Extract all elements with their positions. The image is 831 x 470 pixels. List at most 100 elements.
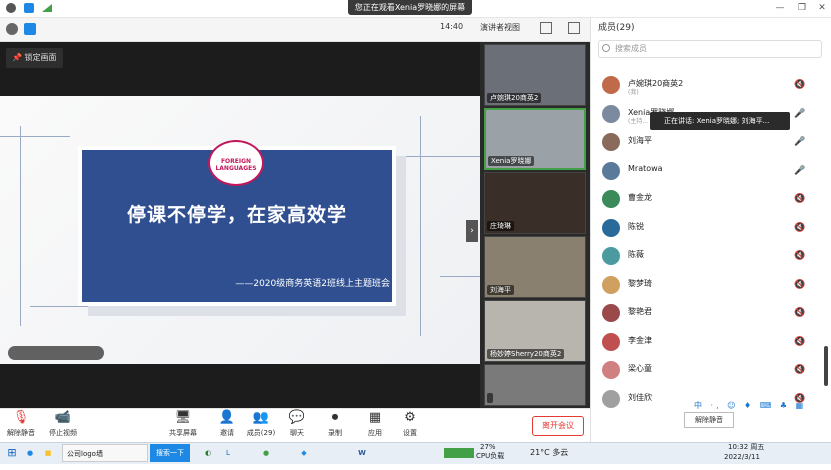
app-icon[interactable]: ◆ [296, 444, 312, 462]
video-tile[interactable]: 庄琦琳 [484, 172, 586, 234]
restore-icon[interactable]: ❐ [796, 2, 808, 14]
member-row[interactable]: 陈薇 🔇 [598, 245, 822, 267]
mic-muted-icon[interactable]: 🔇 [794, 279, 805, 291]
member-role: (我) [628, 89, 639, 96]
video-tile[interactable] [484, 364, 586, 406]
avatar [602, 218, 620, 237]
meeting-info-icon[interactable] [6, 23, 18, 35]
tile-name: Xenia罗晓娜 [488, 156, 535, 166]
video-tile-active[interactable]: Xenia罗晓娜 [484, 108, 586, 170]
mic-muted-icon[interactable]: 🔇 [794, 193, 805, 205]
chat-button[interactable]: 💬 聊天 [280, 410, 314, 438]
tile-name: 卢婉琪20商英2 [487, 93, 542, 103]
mic-muted-icon[interactable]: 🔇 [794, 79, 805, 91]
member-row[interactable]: Mratowa 🎤 [598, 160, 822, 182]
mic-muted-icon[interactable]: 🔇 [794, 307, 805, 319]
avatar [602, 332, 620, 351]
member-row[interactable]: 刘海平 🎤 [598, 131, 822, 153]
taskbar-window[interactable]: 公司logo墙 [62, 444, 148, 462]
slide-subtitle: ——2020级商务英语2班线上主题班会 [235, 279, 390, 289]
avatar [602, 133, 620, 151]
member-row[interactable]: 卢婉琪20商英2 (我) 🔇 [598, 74, 822, 96]
share-screen-icon: 🖥 [174, 410, 192, 425]
gear-icon: ⚙ [404, 410, 416, 425]
lock-screen-button[interactable]: 📌 锁定画面 [6, 48, 63, 68]
wechat-icon[interactable]: ● [258, 444, 274, 462]
member-row[interactable]: 黎梦琦 🔇 [598, 274, 822, 296]
avatar [602, 161, 620, 180]
member-row[interactable]: 陈锐 🔇 [598, 217, 822, 239]
speaking-indicator: 正在讲话: Xenia罗晓娜; 刘海平... [650, 112, 790, 130]
share-screen-button[interactable]: 🖥 共享屏幕 [166, 410, 200, 438]
members-button[interactable]: 👥 成员(29) [244, 410, 278, 438]
mic-muted-icon[interactable]: 🔇 [794, 364, 805, 376]
collapse-filmstrip-button[interactable]: › [466, 220, 478, 242]
windows-start-icon[interactable]: ⊞ [4, 444, 20, 462]
video-tile[interactable]: 卢婉琪20商英2 [484, 44, 586, 106]
member-name: 陈锐 [628, 221, 644, 231]
mic-icon[interactable]: 🎤 [794, 165, 805, 177]
signal-icon[interactable] [42, 4, 52, 12]
member-name: 黎梦琦 [628, 278, 652, 288]
video-tile[interactable]: 杨妙婷Sherry20商英2 [484, 300, 586, 362]
app-icon[interactable]: ● [22, 444, 38, 462]
grid-view-icon[interactable] [540, 22, 552, 34]
apps-icon: ▦ [368, 410, 382, 425]
invite-label: 邀请 [220, 429, 234, 437]
mic-icon[interactable]: 🎤 [794, 108, 805, 120]
member-row[interactable]: 黎艳君 🔇 [598, 302, 822, 324]
tile-name: 庄琦琳 [487, 221, 514, 231]
minimize-icon[interactable]: — [774, 2, 786, 14]
record-icon: ⏺ [331, 410, 339, 425]
meeting-timer: 14:40 [440, 22, 464, 31]
member-name: 陈薇 [628, 250, 644, 259]
unmute-all-button[interactable]: 解除静音 [684, 412, 734, 428]
mic-muted-icon: 🎙 [12, 410, 30, 425]
mic-icon[interactable]: 🎤 [794, 136, 805, 148]
word-icon[interactable]: W [354, 444, 370, 462]
settings-button[interactable]: ⚙ 设置 [393, 410, 427, 438]
member-role: (主持... [628, 117, 649, 125]
encryption-icon[interactable] [24, 23, 36, 35]
info-icon[interactable] [6, 3, 16, 13]
chat-icon: 💬 [288, 410, 306, 425]
mic-muted-icon[interactable]: 🔇 [794, 222, 805, 234]
member-row[interactable]: 曹金龙 🔇 [598, 188, 822, 210]
app-icon[interactable]: ◐ [200, 444, 216, 462]
leave-meeting-button[interactable]: 离开会议 [532, 416, 584, 436]
member-name: 黎艳君 [628, 307, 652, 316]
app-icon[interactable]: L [220, 444, 236, 462]
member-row[interactable]: 李金津 🔇 [598, 331, 822, 353]
record-button[interactable]: ⏺ 录制 [318, 410, 352, 438]
share-screen-label: 共享屏幕 [169, 429, 197, 437]
mic-muted-icon[interactable]: 🔇 [794, 250, 805, 262]
lock-screen-label: 锁定画面 [24, 53, 57, 62]
settings-label: 设置 [403, 429, 417, 437]
video-tile[interactable]: 刘海平 [484, 236, 586, 298]
invite-button[interactable]: 👤 邀请 [210, 410, 244, 438]
close-icon[interactable]: ✕ [816, 2, 828, 14]
member-row[interactable]: 梁心童 🔇 [598, 359, 822, 381]
stop-video-button[interactable]: 📹 停止视频 [46, 410, 80, 438]
weather[interactable]: 21°C 多云 [530, 444, 568, 462]
fullscreen-icon[interactable] [568, 22, 580, 34]
pin-icon: 📌 [12, 53, 25, 62]
security-shield-icon[interactable] [24, 3, 34, 13]
invite-icon: 👤 [218, 410, 236, 425]
apps-button[interactable]: ▦ 应用 [358, 410, 392, 438]
unmute-button[interactable]: 🎙 解除静音 [4, 410, 38, 438]
screen-share-banner[interactable]: 您正在观看Xenia罗晓娜的屏幕 [348, 0, 472, 15]
members-panel-title: 成员(29) [598, 23, 635, 33]
mic-muted-icon[interactable]: 🔇 [794, 336, 805, 348]
member-list-scrollbar[interactable] [824, 346, 828, 386]
view-mode-button[interactable]: 演讲者视图 [480, 22, 520, 33]
annotation-toolbar[interactable] [8, 346, 104, 360]
camera-icon: 📹 [54, 410, 72, 425]
clock-date[interactable]: 2022/3/11 [724, 452, 760, 470]
member-search-input[interactable]: 搜索成员 [598, 40, 822, 58]
taskbar-search[interactable]: 搜索一下 [150, 444, 190, 462]
slide-title: 停课不停学，在家高效学 [126, 204, 347, 226]
stop-video-label: 停止视频 [49, 429, 77, 437]
taskbar-window-label: 公司logo墙 [67, 450, 103, 458]
folder-icon[interactable]: ■ [40, 444, 56, 462]
